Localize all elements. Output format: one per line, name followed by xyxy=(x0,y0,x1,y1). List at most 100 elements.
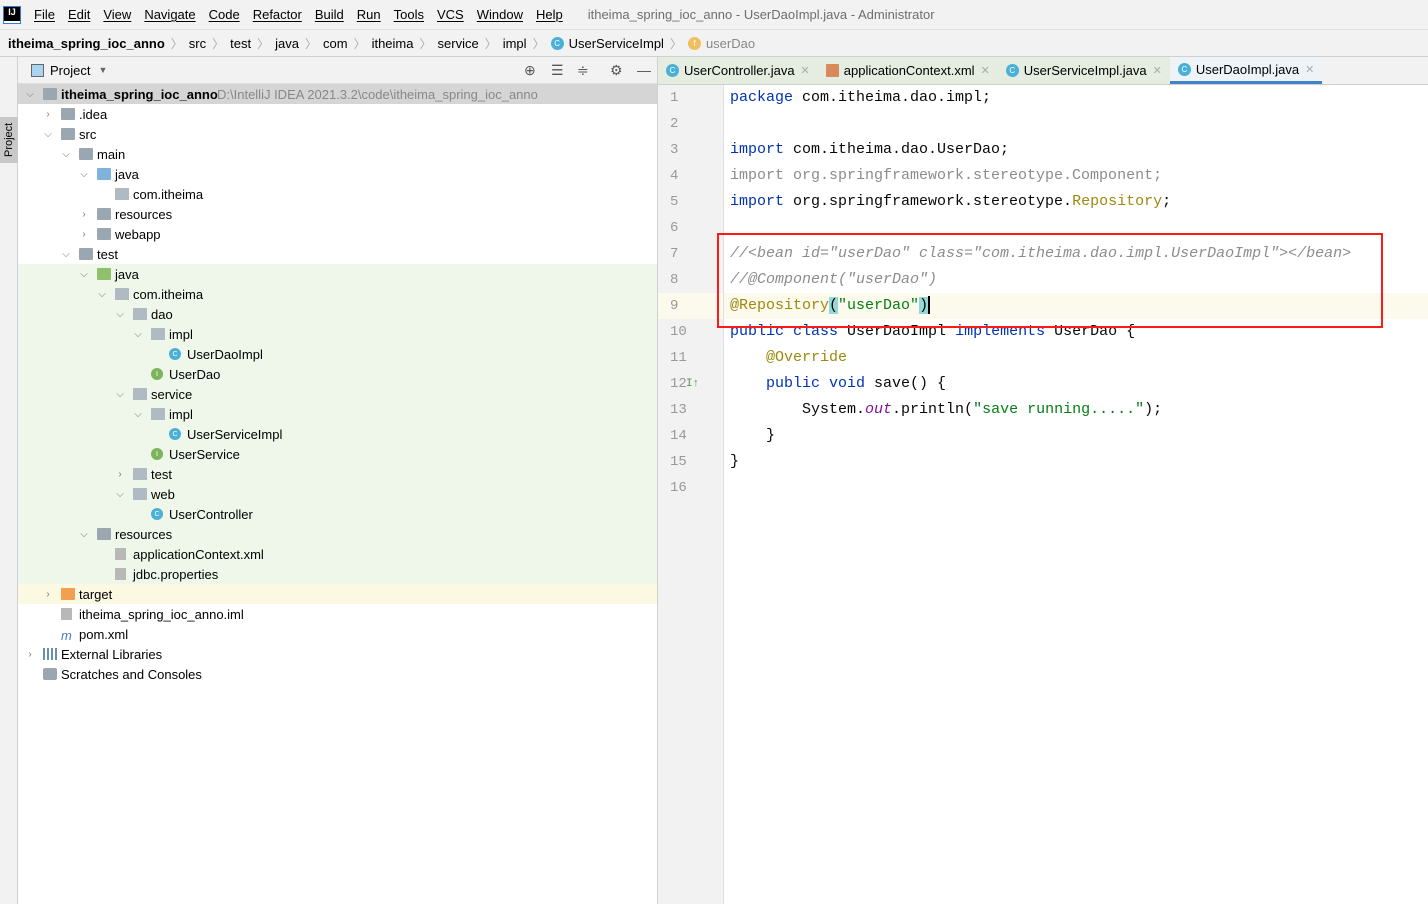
collapse-all-icon[interactable]: ≑ xyxy=(577,62,589,79)
breadcrumb-item[interactable]: 〉 src xyxy=(165,35,206,52)
tree-item-dao[interactable]: ⌵ dao xyxy=(18,304,657,324)
tree-item-impl[interactable]: ⌵ impl xyxy=(18,404,657,424)
chevron-down-icon[interactable]: ⌵ xyxy=(79,529,89,540)
gear-icon[interactable]: ⚙ xyxy=(610,62,623,79)
chevron-down-icon[interactable]: ⌵ xyxy=(79,269,89,280)
chevron-right-icon[interactable]: › xyxy=(25,649,35,660)
tree-item-userdaoimpl[interactable]: C UserDaoImpl xyxy=(18,344,657,364)
tree-item-resources[interactable]: › resources xyxy=(18,204,657,224)
close-icon[interactable]: ✕ xyxy=(1153,64,1162,77)
expand-all-icon[interactable]: ☰ xyxy=(551,62,564,79)
chevron-down-icon[interactable]: ⌵ xyxy=(61,149,71,160)
project-view-selector[interactable]: Project xyxy=(50,63,90,78)
breadcrumb-item[interactable]: 〉 com xyxy=(299,35,348,52)
breadcrumb-item[interactable]: 〉 itheima xyxy=(348,35,414,52)
chevron-down-icon[interactable]: ⌵ xyxy=(133,329,143,340)
class-icon: C xyxy=(1177,62,1191,76)
close-icon[interactable]: ✕ xyxy=(981,64,990,77)
code-token: out xyxy=(865,401,893,418)
tree-item-jdbc-properties[interactable]: jdbc.properties xyxy=(18,564,657,584)
breadcrumb-item[interactable]: 〉 impl xyxy=(479,35,527,52)
breadcrumb-label: service xyxy=(437,35,479,51)
menu-code[interactable]: Code xyxy=(209,7,240,22)
tree-item-webapp[interactable]: › webapp xyxy=(18,224,657,244)
menu-navigate[interactable]: Navigate xyxy=(144,7,195,22)
menu-help[interactable]: Help xyxy=(536,7,563,22)
tree-item-service[interactable]: ⌵ service xyxy=(18,384,657,404)
tree-item-java[interactable]: ⌵ java xyxy=(18,164,657,184)
tree-item-com-itheima[interactable]: com.itheima xyxy=(18,184,657,204)
tree-item-src[interactable]: ⌵ src xyxy=(18,124,657,144)
breadcrumb-item[interactable]: 〉 f userDao xyxy=(664,35,755,52)
chevron-down-icon[interactable]: ▼ xyxy=(98,65,107,75)
line-number-gutter: 1 2 3 4 5 6 7 8 9 10 11 12 I↑ 13 14 15 16 xyxy=(658,85,724,904)
tree-item-target[interactable]: › target xyxy=(18,584,657,604)
editor-tab[interactable]: applicationContext.xml ✕ xyxy=(817,57,998,84)
chevron-right-icon[interactable]: › xyxy=(79,229,89,240)
tree-item--idea[interactable]: › .idea xyxy=(18,104,657,124)
line-number: 7 xyxy=(670,246,679,262)
breadcrumb-item[interactable]: 〉 service xyxy=(414,35,479,52)
menu-run[interactable]: Run xyxy=(357,7,381,22)
tree-item-impl[interactable]: ⌵ impl xyxy=(18,324,657,344)
chevron-down-icon[interactable]: ⌵ xyxy=(43,129,53,140)
chevron-down-icon[interactable]: ⌵ xyxy=(115,309,125,320)
tree-item-itheima-spring-ioc-anno[interactable]: ⌵ itheima_spring_ioc_anno D:\IntelliJ IDEA… xyxy=(18,84,657,104)
chevron-down-icon[interactable]: ⌵ xyxy=(115,389,125,400)
chevron-right-icon[interactable]: › xyxy=(43,109,53,120)
tree-item-test[interactable]: ⌵ test xyxy=(18,244,657,264)
chevron-down-icon[interactable]: ⌵ xyxy=(61,249,71,260)
tree-item-scratches-and-consoles[interactable]: Scratches and Consoles xyxy=(18,664,657,684)
breadcrumb-item[interactable]: 〉 test xyxy=(206,35,251,52)
chevron-down-icon[interactable]: ⌵ xyxy=(79,169,89,180)
chevron-down-icon[interactable]: ⌵ xyxy=(25,89,35,100)
implements-gutter-icon[interactable]: I↑ xyxy=(686,371,699,397)
breadcrumb-item[interactable]: 〉 java xyxy=(251,35,299,52)
menu-file[interactable]: File xyxy=(34,7,55,22)
editor-tab[interactable]: C UserController.java ✕ xyxy=(658,57,818,84)
line-number: 2 xyxy=(670,116,679,132)
code-editor[interactable]: package com.itheima.dao.impl; import com.… xyxy=(724,85,1428,904)
tree-item-resources[interactable]: ⌵ resources xyxy=(18,524,657,544)
close-icon[interactable]: ✕ xyxy=(801,64,810,77)
tree-item-test[interactable]: › test xyxy=(18,464,657,484)
editor-tab[interactable]: C UserServiceImpl.java ✕ xyxy=(997,57,1170,84)
close-icon[interactable]: ✕ xyxy=(1305,63,1314,76)
breadcrumb-item[interactable]: itheima_spring_ioc_anno xyxy=(8,36,165,51)
menu-edit[interactable]: Edit xyxy=(68,7,90,22)
chevron-down-icon[interactable]: ⌵ xyxy=(97,289,107,300)
chevron-right-icon[interactable]: › xyxy=(79,209,89,220)
tree-item-external-libraries[interactable]: › External Libraries xyxy=(18,644,657,664)
chevron-right-icon: 〉 xyxy=(353,36,366,51)
project-tool-button[interactable]: Project xyxy=(0,117,18,163)
tree-item-pom-xml[interactable]: m pom.xml xyxy=(18,624,657,644)
hide-icon[interactable]: — xyxy=(637,62,651,78)
menu-refactor[interactable]: Refactor xyxy=(253,7,302,22)
tree-item-web[interactable]: ⌵ web xyxy=(18,484,657,504)
tree-item-itheima-spring-ioc-anno-iml[interactable]: itheima_spring_ioc_anno.iml xyxy=(18,604,657,624)
xml-file-icon xyxy=(825,64,839,77)
chevron-right-icon[interactable]: › xyxy=(43,589,53,600)
breadcrumb-item[interactable]: 〉 C UserServiceImpl xyxy=(527,35,664,52)
menu-build[interactable]: Build xyxy=(315,7,344,22)
chevron-down-icon[interactable]: ⌵ xyxy=(115,489,125,500)
menu-window[interactable]: Window xyxy=(477,7,523,22)
chevron-down-icon[interactable]: ⌵ xyxy=(133,409,143,420)
code-line: } xyxy=(724,449,1428,475)
tree-item-userservice[interactable]: I UserService xyxy=(18,444,657,464)
tree-item-usercontroller[interactable]: C UserController xyxy=(18,504,657,524)
tree-item-userdao[interactable]: I UserDao xyxy=(18,364,657,384)
menu-tools[interactable]: Tools xyxy=(394,7,424,22)
editor-tab[interactable]: C UserDaoImpl.java ✕ xyxy=(1169,57,1323,84)
tree-item-applicationcontext-xml[interactable]: applicationContext.xml xyxy=(18,544,657,564)
tree-item-userserviceimpl[interactable]: C UserServiceImpl xyxy=(18,424,657,444)
tree-item-java[interactable]: ⌵ java xyxy=(18,264,657,284)
line-number: 16 xyxy=(670,480,687,496)
locate-icon[interactable]: ⊕ xyxy=(524,62,536,79)
code-token: .println( xyxy=(892,401,974,418)
chevron-right-icon[interactable]: › xyxy=(115,469,125,480)
menu-vcs[interactable]: VCS xyxy=(437,7,464,22)
tree-item-main[interactable]: ⌵ main xyxy=(18,144,657,164)
tree-item-com-itheima[interactable]: ⌵ com.itheima xyxy=(18,284,657,304)
menu-view[interactable]: View xyxy=(103,7,131,22)
